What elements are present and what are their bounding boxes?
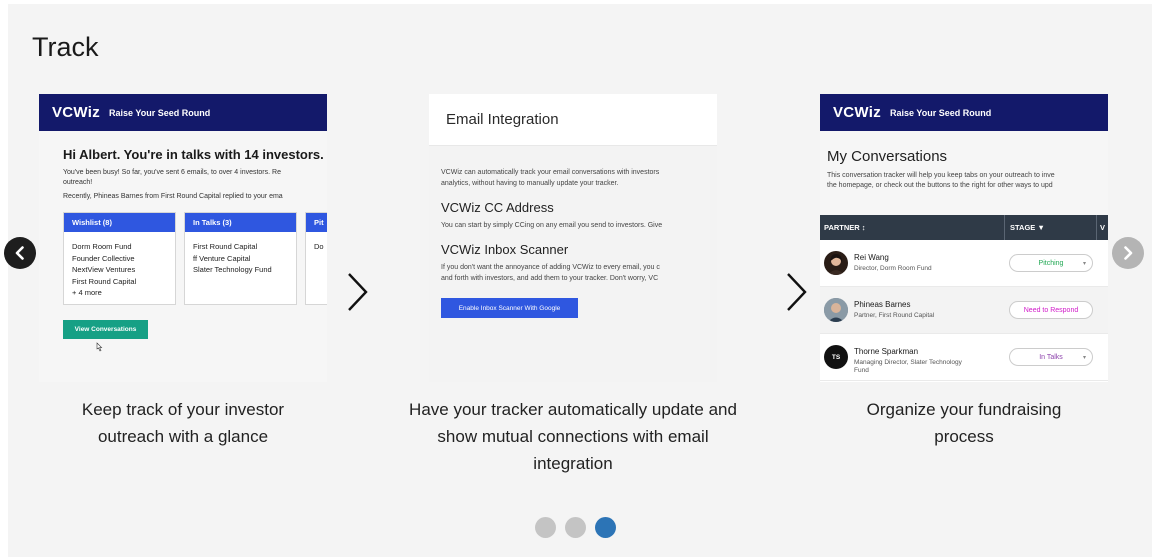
list-item: Slater Technology Fund xyxy=(193,265,272,274)
avatar xyxy=(824,251,848,275)
carousel-prev-button[interactable] xyxy=(4,237,36,269)
partner-role: Director, Dorm Room Fund xyxy=(854,265,932,272)
carousel-pagination xyxy=(535,517,616,538)
partner-role: Partner, First Round Capital xyxy=(854,312,935,319)
stage-select[interactable]: Pitching ▾ xyxy=(1009,254,1093,272)
caption-email-integration: Have your tracker automatically update a… xyxy=(409,400,737,473)
chevron-right-icon xyxy=(787,273,807,311)
conversations-card: VCWiz Raise Your Seed Round My Conversat… xyxy=(820,94,1108,382)
dashboard-body: Hi Albert. You're in talks with 14 inves… xyxy=(39,131,327,382)
cc-address-text: You can start by simply CCing on any ema… xyxy=(441,222,663,229)
inbox-scanner-text: If you don't want the annoyance of addin… xyxy=(441,264,660,282)
caption-organize-fundraising: Organize your fundraising process xyxy=(866,400,1062,446)
stage-column-header[interactable]: STAGE ▼ xyxy=(1010,223,1045,232)
vcwiz-logo: VCWiz xyxy=(833,104,882,121)
list-item: First Round Capital xyxy=(193,242,258,251)
email-integration-header: Email Integration xyxy=(429,94,717,146)
app-header: VCWiz Raise Your Seed Round xyxy=(39,94,327,131)
cc-address-heading: VCWiz CC Address xyxy=(441,200,554,215)
email-integration-body: VCWiz can automatically track your email… xyxy=(429,146,717,318)
avatar xyxy=(824,298,848,322)
stage-select[interactable]: Need to Respond xyxy=(1009,301,1093,319)
stage-select[interactable]: In Talks ▾ xyxy=(1009,348,1093,366)
partner-name: Thorne Sparkman xyxy=(854,347,919,356)
list-item: First Round Capital xyxy=(72,276,137,286)
list-item: ff Venture Capital xyxy=(193,253,251,263)
more-column-header[interactable]: V xyxy=(1100,223,1105,232)
app-header: VCWiz Raise Your Seed Round xyxy=(820,94,1108,131)
caret-down-icon: ▾ xyxy=(1082,260,1086,267)
column-header: Pit xyxy=(306,213,327,232)
caret-down-icon: ▾ xyxy=(1082,354,1086,361)
caption-track-outreach: Keep track of your investor outreach wit… xyxy=(81,400,285,446)
wishlist-column[interactable]: Wishlist (8) Dorm Room Fund Founder Coll… xyxy=(63,212,176,305)
view-conversations-button[interactable]: View Conversations xyxy=(63,320,148,339)
chevron-left-icon xyxy=(15,246,24,260)
table-row[interactable]: Phineas Barnes Partner, First Round Capi… xyxy=(820,287,1108,334)
table-header: PARTNER ↕ STAGE ▼ V xyxy=(820,215,1108,240)
table-row[interactable]: TS Thorne Sparkman Managing Director, Sl… xyxy=(820,334,1108,381)
in-talks-column[interactable]: In Talks (3) First Round Capital ff Vent… xyxy=(184,212,297,305)
column-header: In Talks (3) xyxy=(185,213,296,232)
avatar: TS xyxy=(824,345,848,369)
pagination-dot-2[interactable] xyxy=(565,517,586,538)
more-link[interactable]: + 4 more xyxy=(72,287,175,299)
email-integration-card: Email Integration VCWiz can automaticall… xyxy=(429,94,717,382)
list-item: NextView Ventures xyxy=(72,265,136,274)
pagination-dot-1[interactable] xyxy=(535,517,556,538)
recent-reply-text: Recently, Phineas Barnes from First Roun… xyxy=(63,193,283,200)
enable-inbox-scanner-button[interactable]: Enable Inbox Scanner With Google xyxy=(441,298,578,318)
hand-cursor-icon xyxy=(96,342,103,352)
list-item: Do xyxy=(314,242,324,251)
list-item: Dorm Room Fund xyxy=(72,242,132,251)
partner-name: Rei Wang xyxy=(854,253,889,262)
intro-text: VCWiz can automatically track your email… xyxy=(441,169,660,187)
summary-text: You've been busy! So far, you've sent 6 … xyxy=(63,169,281,186)
carousel-next-button[interactable] xyxy=(1112,237,1144,269)
pitching-column[interactable]: Pit Do xyxy=(305,212,327,305)
section-title: Track xyxy=(32,32,99,62)
column-items: Do xyxy=(306,232,327,253)
pagination-dot-3[interactable] xyxy=(595,517,616,538)
column-header: Wishlist (8) xyxy=(64,213,175,232)
greeting-heading: Hi Albert. You're in talks with 14 inves… xyxy=(63,147,324,162)
conversations-description: This conversation tracker will help you … xyxy=(827,172,1055,189)
column-items: Dorm Room Fund Founder Collective NextVi… xyxy=(64,232,175,299)
column-items: First Round Capital ff Venture Capital S… xyxy=(185,232,296,276)
chevron-right-icon xyxy=(1124,246,1133,260)
partner-column-header[interactable]: PARTNER ↕ xyxy=(824,223,866,232)
list-item: Founder Collective xyxy=(72,253,135,263)
inbox-scanner-heading: VCWiz Inbox Scanner xyxy=(441,242,569,257)
header-tagline: Raise Your Seed Round xyxy=(109,107,211,118)
partner-name: Phineas Barnes xyxy=(854,300,911,309)
track-overview-card: VCWiz Raise Your Seed Round Hi Albert. Y… xyxy=(39,94,327,382)
page-title: My Conversations xyxy=(827,148,948,165)
partner-role: Managing Director, Slater Technology Fun… xyxy=(854,359,962,374)
table-row[interactable]: Rei Wang Director, Dorm Room Fund Pitchi… xyxy=(820,240,1108,287)
pipeline-columns: Wishlist (8) Dorm Room Fund Founder Coll… xyxy=(63,212,327,305)
conversations-intro: My Conversations This conversation track… xyxy=(820,131,1108,215)
chevron-right-icon xyxy=(348,273,368,311)
header-tagline: Raise Your Seed Round xyxy=(890,107,992,118)
vcwiz-logo: VCWiz xyxy=(52,104,101,121)
